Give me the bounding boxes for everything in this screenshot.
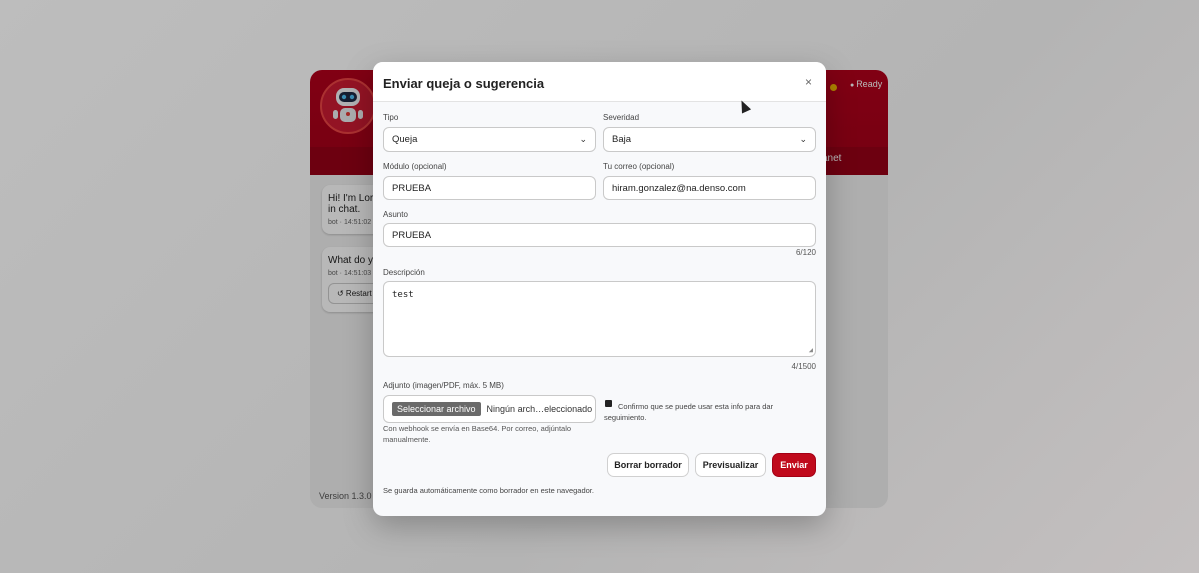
descripcion-counter: 4/1500	[791, 362, 816, 371]
correo-value: hiram.gonzalez@na.denso.com	[612, 182, 746, 194]
descripcion-label: Descripción	[383, 268, 425, 277]
modal-title: Enviar queja o sugerencia	[383, 76, 545, 91]
asunto-input[interactable]: PRUEBA	[383, 223, 816, 247]
descripcion-textarea[interactable]: test ◢	[383, 281, 816, 357]
confirm-label: Confirmo que se puede usar esta info par…	[604, 402, 774, 422]
bot-avatar	[320, 78, 376, 134]
descripcion-value: test	[392, 290, 414, 300]
modal-header: Enviar queja o sugerencia ×	[373, 62, 826, 102]
tipo-select[interactable]: Queja ⌄	[383, 127, 596, 152]
asunto-counter: 6/120	[795, 248, 816, 257]
severidad-select[interactable]: Baja ⌄	[603, 127, 816, 152]
resize-handle-icon[interactable]: ◢	[809, 346, 813, 354]
select-file-button[interactable]: Seleccionar archivo	[392, 402, 481, 416]
preview-button[interactable]: Previsualizar	[695, 453, 766, 477]
send-button[interactable]: Enviar	[772, 453, 816, 477]
email-field[interactable]: hiram.gonzalez@na.denso.com	[603, 176, 816, 200]
robot-icon	[333, 88, 363, 122]
severidad-label: Severidad	[603, 113, 640, 122]
file-status: Ningún arch…eleccionado	[486, 404, 593, 414]
asunto-value: PRUEBA	[392, 229, 432, 241]
status-indicator	[830, 84, 837, 91]
file-input[interactable]: Seleccionar archivo Ningún arch…eleccion…	[383, 395, 596, 423]
ready-status: Ready	[850, 79, 882, 89]
tipo-label: Tipo	[383, 113, 399, 122]
close-icon[interactable]: ×	[805, 75, 812, 89]
version-label: Version 1.3.0	[319, 491, 372, 501]
modulo-input[interactable]: PRUEBA	[383, 176, 596, 200]
adjunto-label: Adjunto (imagen/PDF, máx. 5 MB)	[383, 381, 504, 390]
chevron-down-icon: ⌄	[579, 134, 587, 144]
correo-label: Tu correo (opcional)	[603, 162, 675, 171]
modulo-value: PRUEBA	[392, 182, 432, 194]
chevron-down-icon: ⌄	[799, 134, 807, 144]
feedback-modal: Enviar queja o sugerencia × Tipo Queja ⌄…	[373, 62, 826, 516]
clear-draft-button[interactable]: Borrar borrador	[607, 453, 689, 477]
adjunto-hint: Con webhook se envía en Base64. Por corr…	[383, 424, 572, 444]
autosave-note: Se guarda automáticamente como borrador …	[383, 486, 594, 495]
severidad-value: Baja	[612, 134, 632, 145]
asunto-label: Asunto	[383, 210, 408, 219]
tipo-value: Queja	[392, 134, 418, 145]
modulo-label: Módulo (opcional)	[383, 162, 447, 171]
